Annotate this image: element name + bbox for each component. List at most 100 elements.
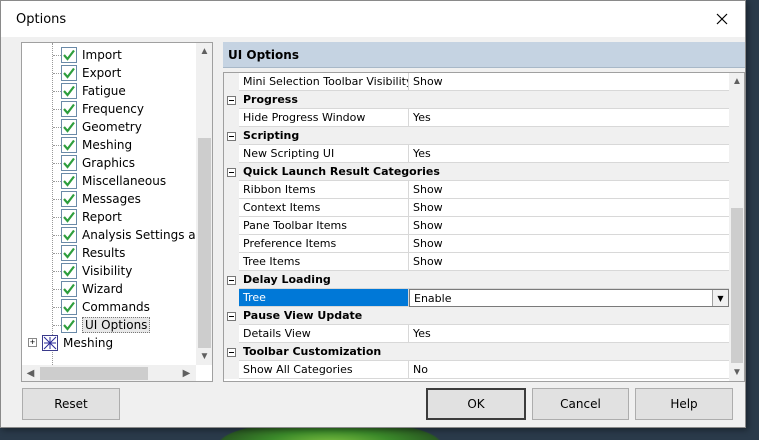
property-name[interactable]: Hide Progress Window xyxy=(239,109,409,127)
property-row[interactable]: Tree Enable ▼ xyxy=(224,289,729,307)
category-scripting[interactable]: Scripting xyxy=(224,127,729,145)
tree-item-messages[interactable]: Messages xyxy=(61,190,141,208)
grid-vscrollbar[interactable]: ▲ ▼ xyxy=(729,73,744,381)
green-check-icon xyxy=(61,191,77,207)
close-button[interactable] xyxy=(699,1,745,37)
property-value[interactable]: Yes xyxy=(409,325,729,343)
property-name[interactable]: Ribbon Items xyxy=(239,181,409,199)
property-value-text: Yes xyxy=(413,147,431,160)
property-name[interactable]: Show All Categories xyxy=(239,361,409,379)
property-row[interactable]: Pane Toolbar Items Show xyxy=(224,217,729,235)
collapse-icon[interactable] xyxy=(227,276,236,285)
tree-item-label: Wizard xyxy=(82,282,123,296)
collapse-icon[interactable] xyxy=(227,312,236,321)
property-name[interactable]: New Scripting UI xyxy=(239,145,409,163)
property-row[interactable]: New Scripting UI Yes xyxy=(224,145,729,163)
row-gutter xyxy=(224,181,239,199)
tree-item-ui-options[interactable]: UI Options xyxy=(61,316,151,334)
property-name[interactable]: Context Items xyxy=(239,199,409,217)
property-row[interactable]: Tree Items Show xyxy=(224,253,729,271)
property-value[interactable]: Show xyxy=(409,73,729,91)
expand-icon[interactable]: + xyxy=(28,338,37,347)
green-check-icon xyxy=(61,299,77,315)
category-pause-view-update[interactable]: Pause View Update xyxy=(224,307,729,325)
reset-button[interactable]: Reset xyxy=(22,388,120,420)
property-grid[interactable]: Show All Categories No Toolbar Customizati… xyxy=(223,72,745,382)
property-row[interactable]: Hide Progress Window Yes xyxy=(224,109,729,127)
property-value[interactable]: Show xyxy=(409,235,729,253)
tree-item-meshing-root[interactable]: Meshing xyxy=(42,334,113,352)
collapse-icon[interactable] xyxy=(227,168,236,177)
ui-options-panel: UI Options Show All Categories No Toolbar … xyxy=(223,42,745,382)
green-check-icon xyxy=(61,155,77,171)
tree-item-report[interactable]: Report xyxy=(61,208,122,226)
hscroll-thumb[interactable] xyxy=(40,367,148,380)
scroll-right-icon[interactable]: ▶ xyxy=(178,365,195,381)
category-delay-loading[interactable]: Delay Loading xyxy=(224,271,729,289)
category-label: Pause View Update xyxy=(239,307,729,325)
tree-item-geometry[interactable]: Geometry xyxy=(61,118,142,136)
row-gutter xyxy=(224,325,239,343)
tree-item-export[interactable]: Export xyxy=(61,64,121,82)
property-value[interactable]: Show xyxy=(409,181,729,199)
scroll-down-icon[interactable]: ▼ xyxy=(196,348,212,365)
tree-item-import[interactable]: Import xyxy=(61,46,122,64)
property-row[interactable]: Details View Yes xyxy=(224,325,729,343)
property-name[interactable]: Mini Selection Toolbar Visibility xyxy=(239,73,409,91)
property-value[interactable]: Enable ▼ xyxy=(409,289,729,307)
property-row[interactable]: Show All Categories No xyxy=(224,361,729,379)
scroll-down-icon[interactable]: ▼ xyxy=(729,364,744,381)
category-label: Delay Loading xyxy=(239,271,729,289)
tree-item-results[interactable]: Results xyxy=(61,244,125,262)
scroll-up-icon[interactable]: ▲ xyxy=(729,73,744,90)
options-dialog: Options Import Export Fatigue Frequency Geom… xyxy=(0,0,746,428)
category-quick-launch-result-categories[interactable]: Quick Launch Result Categories xyxy=(224,163,729,181)
property-name[interactable]: Preference Items xyxy=(239,235,409,253)
property-value[interactable]: Show xyxy=(409,199,729,217)
property-name[interactable]: Pane Toolbar Items xyxy=(239,217,409,235)
tree-item-fatigue[interactable]: Fatigue xyxy=(61,82,126,100)
property-row[interactable]: Preference Items Show xyxy=(224,235,729,253)
options-tree[interactable]: Import Export Fatigue Frequency Geometry Mesh… xyxy=(21,42,213,382)
ok-button[interactable]: OK xyxy=(426,388,526,420)
property-name[interactable]: Tree Items xyxy=(239,253,409,271)
green-check-icon xyxy=(61,317,77,333)
tree-hscrollbar[interactable]: ◀ ▶ xyxy=(22,365,196,381)
property-name[interactable]: Tree xyxy=(239,289,409,307)
tree-item-frequency[interactable]: Frequency xyxy=(61,100,144,118)
category-toolbar-customization[interactable]: Toolbar Customization xyxy=(224,343,729,361)
property-value[interactable]: Yes xyxy=(409,145,729,163)
property-value[interactable]: No xyxy=(409,361,729,379)
scroll-up-icon[interactable]: ▲ xyxy=(196,43,212,60)
grid-scroll-thumb[interactable] xyxy=(731,208,743,363)
tree-item-analysis-settings-and[interactable]: Analysis Settings and xyxy=(61,226,211,244)
tree-item-commands[interactable]: Commands xyxy=(61,298,150,316)
property-row[interactable]: Mini Selection Toolbar Visibility Show xyxy=(224,73,729,91)
property-name[interactable]: Details View xyxy=(239,325,409,343)
tree-connector xyxy=(53,271,61,272)
property-value[interactable]: Show xyxy=(409,217,729,235)
help-button[interactable]: Help xyxy=(635,388,733,420)
tree-connector xyxy=(53,109,61,110)
property-value-text: Show xyxy=(413,219,443,232)
category-progress[interactable]: Progress xyxy=(224,91,729,109)
tree-item-label: Frequency xyxy=(82,102,144,116)
cancel-button[interactable]: Cancel xyxy=(532,388,629,420)
tree-item-miscellaneous[interactable]: Miscellaneous xyxy=(61,172,166,190)
tree-item-wizard[interactable]: Wizard xyxy=(61,280,123,298)
tree-item-graphics[interactable]: Graphics xyxy=(61,154,135,172)
tree-vscrollbar[interactable]: ▲ ▼ xyxy=(196,43,212,365)
tree-item-meshing[interactable]: Meshing xyxy=(61,136,132,154)
scroll-thumb[interactable] xyxy=(198,138,211,348)
scroll-left-icon[interactable]: ◀ xyxy=(22,365,39,381)
property-value[interactable]: Yes xyxy=(409,109,729,127)
chevron-down-icon[interactable]: ▼ xyxy=(712,290,728,306)
collapse-icon[interactable] xyxy=(227,96,236,105)
property-row[interactable]: Context Items Show xyxy=(224,199,729,217)
property-value[interactable]: Show xyxy=(409,253,729,271)
collapse-icon[interactable] xyxy=(227,132,236,141)
property-row[interactable]: Ribbon Items Show xyxy=(224,181,729,199)
collapse-icon[interactable] xyxy=(227,348,236,357)
tree-connector xyxy=(53,307,61,308)
tree-item-visibility[interactable]: Visibility xyxy=(61,262,132,280)
